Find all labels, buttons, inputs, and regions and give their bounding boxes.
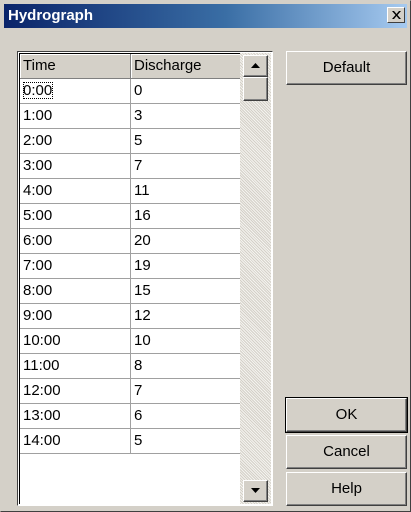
- table-row[interactable]: 10:00 10: [20, 329, 240, 354]
- time-cell[interactable]: 1:00: [20, 104, 131, 129]
- time-value: 8:00: [23, 282, 53, 299]
- table-row[interactable]: 11:00 8: [20, 354, 240, 379]
- time-value: 3:00: [23, 157, 53, 174]
- discharge-value: 10: [134, 332, 151, 349]
- discharge-cell[interactable]: 3: [131, 104, 240, 129]
- time-cell[interactable]: 10:00: [20, 329, 131, 354]
- discharge-value: 5: [134, 132, 143, 149]
- discharge-value: 19: [134, 257, 151, 274]
- time-value: 1:00: [23, 107, 53, 124]
- scroll-up-button[interactable]: [243, 55, 268, 77]
- time-value: 10:00: [23, 332, 61, 349]
- time-cell[interactable]: 7:00: [20, 254, 131, 279]
- discharge-value: 5: [134, 432, 143, 449]
- discharge-value: 11: [134, 182, 150, 199]
- discharge-value: 15: [134, 282, 151, 299]
- table-row[interactable]: 3:00 7: [20, 154, 240, 179]
- table-row[interactable]: 14:00 5: [20, 429, 240, 454]
- time-value: 12:00: [23, 382, 61, 399]
- table-body: Time Discharge 0:00 0 1:00 3 2:00 5 3:00 7 4:00 1…: [19, 53, 240, 504]
- table-row[interactable]: 13:00 6: [20, 404, 240, 429]
- discharge-value: 8: [134, 357, 143, 374]
- discharge-cell[interactable]: 11: [131, 179, 240, 204]
- time-value: 11:00: [23, 357, 60, 374]
- discharge-value: 7: [134, 157, 143, 174]
- table-row[interactable]: 8:00 15: [20, 279, 240, 304]
- time-cell[interactable]: 4:00: [20, 179, 131, 204]
- discharge-cell[interactable]: 7: [131, 154, 240, 179]
- discharge-value: 20: [134, 232, 151, 249]
- discharge-value: 16: [134, 207, 151, 224]
- cancel-button[interactable]: Cancel: [286, 435, 407, 469]
- table-row[interactable]: 7:00 19: [20, 254, 240, 279]
- time-cell[interactable]: 8:00: [20, 279, 131, 304]
- discharge-value: 6: [134, 407, 143, 424]
- discharge-cell[interactable]: 20: [131, 229, 240, 254]
- discharge-cell[interactable]: 6: [131, 404, 240, 429]
- table-row[interactable]: 4:00 11: [20, 179, 240, 204]
- discharge-cell[interactable]: 5: [131, 129, 240, 154]
- time-value: 6:00: [23, 232, 53, 249]
- table-row[interactable]: 2:00 5: [20, 129, 240, 154]
- time-cell[interactable]: 6:00: [20, 229, 131, 254]
- time-value: 14:00: [23, 432, 61, 449]
- discharge-cell[interactable]: 15: [131, 279, 240, 304]
- time-value: 0:00: [23, 82, 54, 99]
- time-cell[interactable]: 11:00: [20, 354, 131, 379]
- ok-button[interactable]: OK: [285, 397, 408, 433]
- discharge-cell[interactable]: 12: [131, 304, 240, 329]
- time-cell[interactable]: 2:00: [20, 129, 131, 154]
- table-row[interactable]: 5:00 16: [20, 204, 240, 229]
- scroll-thumb[interactable]: [243, 77, 268, 101]
- time-value: 4:00: [23, 182, 53, 199]
- column-header-discharge[interactable]: Discharge: [131, 54, 240, 79]
- vertical-scrollbar[interactable]: [240, 53, 271, 504]
- time-cell[interactable]: 3:00: [20, 154, 131, 179]
- table-row[interactable]: 12:00 7: [20, 379, 240, 404]
- table-header-row: Time Discharge: [20, 54, 240, 79]
- discharge-cell[interactable]: 0: [131, 79, 240, 104]
- table-row[interactable]: 0:00 0: [20, 79, 240, 104]
- discharge-value: 12: [134, 307, 151, 324]
- title-bar[interactable]: Hydrograph: [4, 4, 407, 28]
- discharge-cell[interactable]: 16: [131, 204, 240, 229]
- default-button[interactable]: Default: [286, 51, 407, 85]
- discharge-cell[interactable]: 19: [131, 254, 240, 279]
- discharge-value: 3: [134, 107, 143, 124]
- time-cell[interactable]: 12:00: [20, 379, 131, 404]
- discharge-cell[interactable]: 5: [131, 429, 240, 454]
- discharge-value: 7: [134, 382, 143, 399]
- discharge-cell[interactable]: 7: [131, 379, 240, 404]
- scroll-down-button[interactable]: [243, 480, 268, 502]
- discharge-cell[interactable]: 10: [131, 329, 240, 354]
- arrow-down-icon: [251, 488, 260, 493]
- time-cell[interactable]: 0:00: [20, 79, 131, 104]
- close-icon: [392, 11, 401, 19]
- time-cell[interactable]: 13:00: [20, 404, 131, 429]
- hydrograph-dialog: Hydrograph Time Discharge 0:00 0 1:00 3 2:00…: [0, 0, 411, 512]
- time-value: 13:00: [23, 407, 61, 424]
- close-button[interactable]: [387, 7, 405, 23]
- discharge-cell[interactable]: 8: [131, 354, 240, 379]
- time-cell[interactable]: 5:00: [20, 204, 131, 229]
- table-row[interactable]: 6:00 20: [20, 229, 240, 254]
- time-value: 2:00: [23, 132, 53, 149]
- time-value: 7:00: [23, 257, 53, 274]
- time-value: 9:00: [23, 307, 53, 324]
- window-title: Hydrograph: [8, 7, 94, 24]
- hydrograph-table[interactable]: Time Discharge 0:00 0 1:00 3 2:00 5 3:00 7 4:00 1…: [17, 51, 273, 506]
- time-value: 5:00: [23, 207, 53, 224]
- table-row[interactable]: 1:00 3: [20, 104, 240, 129]
- time-cell[interactable]: 9:00: [20, 304, 131, 329]
- column-header-time[interactable]: Time: [20, 54, 131, 79]
- discharge-value: 0: [134, 82, 143, 99]
- arrow-up-icon: [251, 63, 260, 68]
- help-button[interactable]: Help: [286, 472, 407, 506]
- time-cell[interactable]: 14:00: [20, 429, 131, 454]
- table-row[interactable]: 9:00 12: [20, 304, 240, 329]
